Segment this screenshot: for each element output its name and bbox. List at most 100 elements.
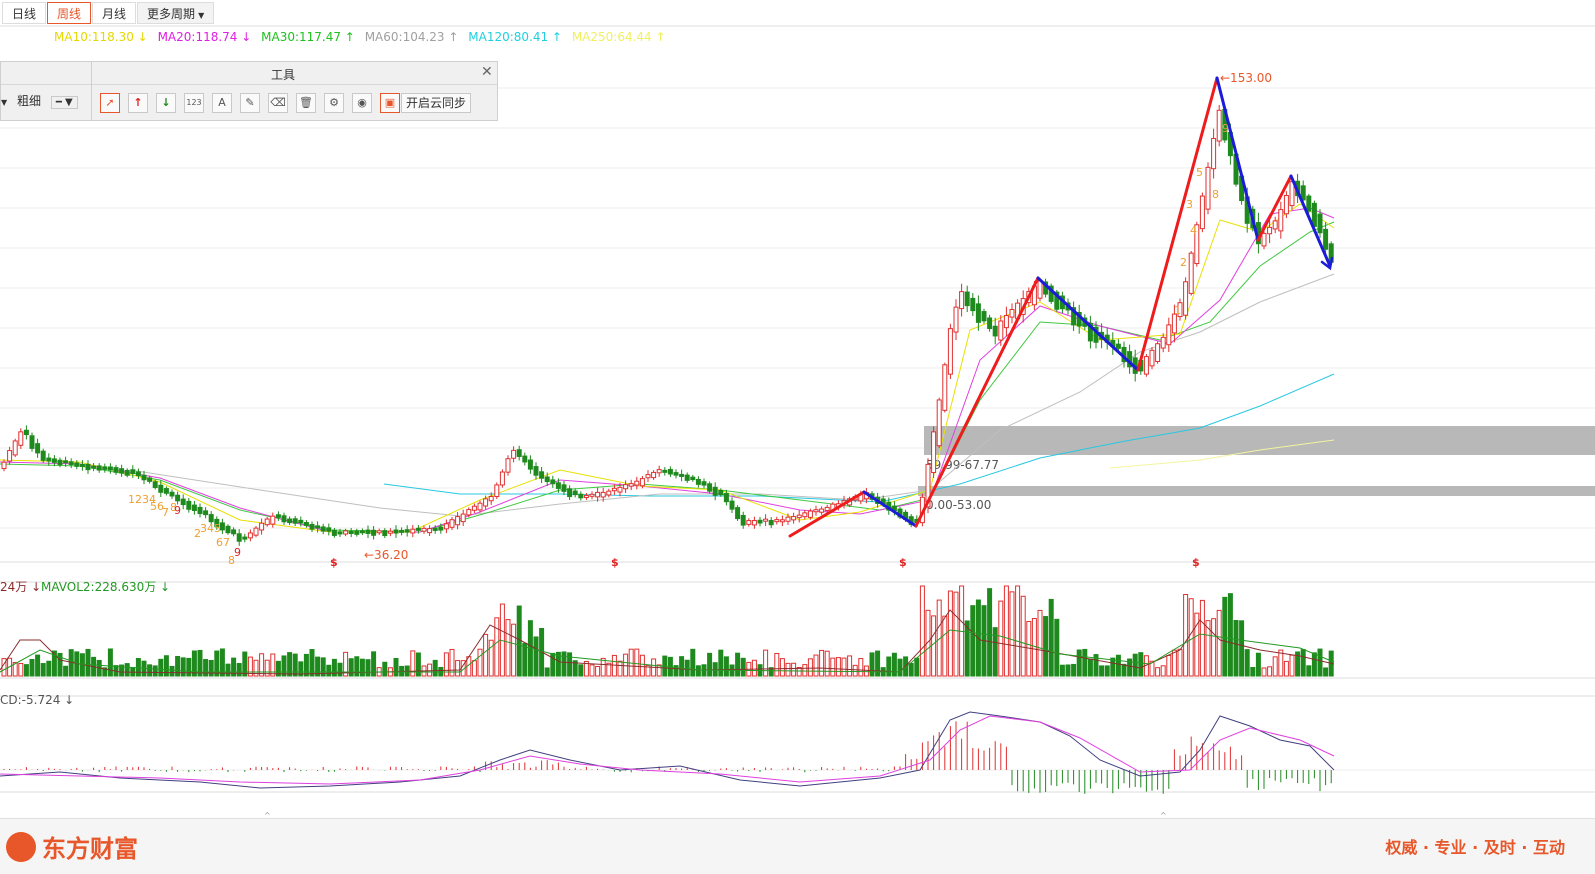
candle-body xyxy=(460,513,466,523)
wave-up-3 xyxy=(1136,76,1219,372)
volume-bar xyxy=(617,660,623,677)
volume-bar xyxy=(427,663,433,677)
cursor-tool-icon[interactable]: ➚ xyxy=(100,93,120,113)
ruler-tool-icon[interactable]: ✎ xyxy=(240,93,260,113)
down-arrow-tool-icon[interactable]: ↓ xyxy=(156,93,176,113)
candle-body xyxy=(673,472,679,476)
logo-icon xyxy=(6,831,36,862)
support-zone-upper[interactable] xyxy=(924,426,1595,455)
volume-bar xyxy=(763,649,769,677)
candle-body xyxy=(1278,209,1284,232)
volume-bar xyxy=(1076,649,1082,677)
volume-bar xyxy=(303,653,309,677)
line-style-select[interactable]: ━ ▼ xyxy=(50,96,78,109)
candle-body xyxy=(992,325,998,337)
volume-bar xyxy=(1250,666,1256,677)
volume-bar xyxy=(186,657,192,677)
volume-bar xyxy=(751,659,757,677)
wave-down-3 xyxy=(1215,76,1260,242)
candle-body xyxy=(130,469,136,475)
volume-bar xyxy=(1233,619,1239,677)
volume-bar xyxy=(180,657,186,677)
candle-body xyxy=(371,529,377,536)
volume-bar xyxy=(1121,663,1127,677)
wave-count-labels: 1234 56 7 8 9 2 345 67 8 9 1 2 3 4 5 8 9 xyxy=(128,122,1229,567)
settings-icon[interactable]: ⚙ xyxy=(324,93,344,113)
candle-body xyxy=(998,320,1004,341)
candle-body xyxy=(751,520,757,526)
eraser-tool-icon[interactable]: ⌫ xyxy=(268,93,288,113)
volume-bar xyxy=(987,588,993,677)
candle-body xyxy=(63,460,69,464)
volume-bar xyxy=(85,648,91,677)
candle-body xyxy=(539,471,545,479)
volume-bar xyxy=(998,600,1004,677)
volume-bar xyxy=(953,591,959,677)
candle-body xyxy=(85,463,91,471)
candle-body xyxy=(544,476,550,483)
export-tool-icon[interactable]: ▣ xyxy=(380,93,400,113)
volume-bar xyxy=(1087,658,1093,677)
volume-bar xyxy=(1009,591,1015,677)
volume-bar xyxy=(494,617,500,677)
candle-body xyxy=(516,449,522,457)
volume-bar xyxy=(707,652,713,677)
candle-body xyxy=(651,471,657,479)
candle-body xyxy=(987,317,993,329)
candle-body xyxy=(667,468,673,475)
up-arrow-tool-icon[interactable]: ↑ xyxy=(128,93,148,113)
kline-chart[interactable]: 59.99-67.77 0.00-53.00 ←153.00 ←36.20 12… xyxy=(0,0,1595,818)
candle-body xyxy=(959,291,965,310)
candle-body xyxy=(735,507,741,520)
candle-body xyxy=(628,483,634,487)
support-zone-lower[interactable] xyxy=(918,486,1595,496)
number-tool-icon[interactable]: 123 xyxy=(184,93,204,113)
volume-bar xyxy=(1037,609,1043,677)
candle-body xyxy=(180,498,186,506)
wave-num: 9 xyxy=(234,546,241,559)
volume-bar xyxy=(415,652,421,677)
volume-bar xyxy=(1272,656,1278,677)
candle-body xyxy=(438,526,444,531)
trash-icon[interactable]: 🗑 xyxy=(296,93,316,113)
candle-body xyxy=(191,504,197,512)
candle-body xyxy=(572,490,578,496)
volume-bar xyxy=(623,653,629,677)
candle-body xyxy=(1317,213,1323,234)
candle-body xyxy=(40,450,46,461)
volume-bar xyxy=(1082,648,1088,677)
low-price-label: ←36.20 xyxy=(364,548,408,562)
wave-num: 9 xyxy=(174,504,181,517)
close-icon[interactable]: ✕ xyxy=(481,64,493,80)
candle-body xyxy=(964,291,970,307)
volume-bar xyxy=(1043,616,1049,677)
thickness-control[interactable]: ▼ 粗细 ━ ▼ xyxy=(1,92,78,109)
volume-bar xyxy=(1138,652,1144,677)
candle-body xyxy=(499,471,505,486)
volume-bar xyxy=(1071,663,1077,677)
cloud-sync-button[interactable]: 开启云同步 xyxy=(401,93,472,113)
candle-body xyxy=(1037,280,1043,299)
wave-num: 8 xyxy=(1212,188,1219,201)
volume-bar xyxy=(841,657,847,677)
candle-body xyxy=(169,491,175,497)
eye-icon[interactable]: ◉ xyxy=(352,93,372,113)
candle-body xyxy=(1009,309,1015,318)
volume-bar xyxy=(824,650,830,677)
candle-body xyxy=(578,493,584,499)
volume-bar xyxy=(236,663,242,677)
volume-bar xyxy=(158,658,164,677)
candle-body xyxy=(68,461,74,466)
wave-num: 7 xyxy=(162,506,169,519)
volume-bar xyxy=(1311,652,1317,677)
candle-body xyxy=(348,531,354,535)
candle-body xyxy=(707,483,713,492)
dropdown-caret-icon[interactable]: ▼ xyxy=(1,98,7,107)
volume-bar xyxy=(135,658,141,677)
candle-body xyxy=(23,429,29,436)
candle-body xyxy=(561,484,567,492)
candle-body xyxy=(29,435,35,449)
text-tool-icon[interactable]: A xyxy=(212,93,232,113)
candle-body xyxy=(387,530,393,534)
candle-body xyxy=(505,458,511,473)
